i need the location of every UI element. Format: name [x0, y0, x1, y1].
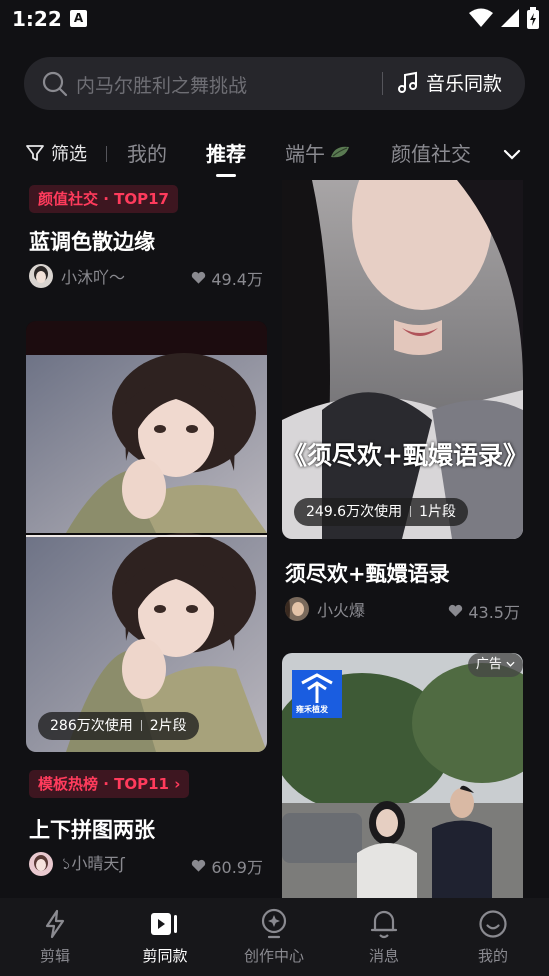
nav-profile-label: 我的: [477, 947, 508, 965]
nav-profile[interactable]: 我的: [448, 908, 538, 966]
bell-icon: [370, 910, 398, 939]
music-same-label: 音乐同款: [426, 73, 503, 95]
search-placeholder[interactable]: 内马尔胜利之舞挑战: [76, 71, 247, 98]
usage-count: 286万次使用: [50, 718, 133, 734]
filter-label: 筛选: [51, 144, 87, 165]
ranking-tag[interactable]: 颜值社交 · TOP17: [29, 185, 178, 213]
like-count[interactable]: 43.5万: [448, 599, 520, 623]
collage-image: [26, 321, 267, 752]
usage-badge: 286万次使用 2片段: [38, 712, 199, 740]
heart-icon: [192, 859, 206, 872]
chevron-down-icon[interactable]: [500, 142, 524, 166]
template-thumbnail[interactable]: 286万次使用 2片段: [26, 321, 267, 752]
tab-duanwu[interactable]: 端午: [285, 138, 351, 167]
card-author[interactable]: ১小晴天ʃ: [29, 851, 125, 877]
tab-recommended[interactable]: 推荐: [206, 138, 246, 177]
usage-count: 249.6万次使用: [306, 504, 403, 520]
filter-button[interactable]: 筛选: [25, 140, 87, 166]
like-count[interactable]: 49.4万: [191, 266, 263, 290]
search-icon: [42, 71, 68, 97]
lightbulb-icon: [261, 908, 287, 939]
wifi-icon: [469, 8, 493, 27]
chevron-down-icon: [506, 661, 515, 667]
search-bar[interactable]: 内马尔胜利之舞挑战 音乐同款: [24, 57, 525, 110]
avatar: [285, 597, 309, 621]
card-author[interactable]: 小沐吖～: [29, 263, 125, 289]
segment-count: 1片段: [419, 504, 457, 520]
nav-template-label: 剪同款: [142, 947, 188, 965]
bottom-navigation: 剪辑 剪同款 创作中心 消息 我的: [0, 898, 549, 976]
ad-thumbnail[interactable]: 雍禾植发 广告: [282, 653, 523, 898]
author-name: 小火爆: [317, 601, 366, 620]
heart-icon: [449, 604, 463, 617]
notification-a-icon: A: [70, 10, 87, 27]
tab-duanwu-label: 端午: [285, 142, 325, 166]
card-title[interactable]: 蓝调色散边缘: [29, 226, 155, 256]
card-title[interactable]: 上下拼图两张: [29, 814, 155, 844]
tabs-divider: [106, 146, 107, 162]
nav-creator-center-label: 创作中心: [243, 947, 304, 965]
status-bar: 1:22 A: [0, 0, 549, 40]
ad-badge[interactable]: 广告: [467, 653, 523, 677]
card-title[interactable]: 须尽欢+甄嬛语录: [285, 558, 450, 588]
nav-template[interactable]: 剪同款: [120, 908, 210, 966]
segment-count: 2片段: [149, 718, 187, 734]
like-count-value: 60.9万: [211, 858, 263, 877]
card-author[interactable]: 小火爆: [285, 596, 365, 622]
template-thumbnail[interactable]: 《须尽欢+甄嬛语录》 249.6万次使用 1片段: [282, 180, 523, 539]
ranking-tag[interactable]: 模板热榜 · TOP11 ›: [29, 770, 190, 798]
heart-icon: [192, 271, 206, 284]
signal-icon: [501, 9, 519, 27]
lightning-icon: [45, 909, 65, 939]
filter-icon: [26, 145, 44, 161]
like-count-value: 43.5万: [468, 603, 520, 622]
tab-mine[interactable]: 我的: [127, 138, 167, 167]
music-same-button[interactable]: 音乐同款: [396, 69, 502, 96]
author-name: 小沐吖～: [61, 268, 126, 287]
ad-image: [282, 653, 523, 898]
ad-label: 广告: [475, 657, 502, 672]
template-feed: 颜值社交 · TOP17 蓝调色散边缘 小沐吖～ 49.4万 286万次使用 2…: [0, 180, 549, 898]
nav-messages-label: 消息: [368, 947, 399, 965]
zongzi-leaf-icon: [331, 146, 349, 157]
battery-icon: [527, 7, 539, 29]
usage-badge: 249.6万次使用 1片段: [294, 498, 469, 526]
nav-edit[interactable]: 剪辑: [10, 908, 100, 966]
like-count[interactable]: 60.9万: [191, 854, 263, 878]
search-divider: [382, 72, 383, 95]
overlay-caption: 《须尽欢+甄嬛语录》: [282, 441, 523, 470]
author-name: ১小晴天ʃ: [61, 854, 125, 873]
nav-creator-center[interactable]: 创作中心: [229, 908, 319, 966]
music-note-icon: [398, 71, 417, 93]
like-count-value: 49.4万: [211, 270, 263, 289]
status-time: 1:22: [12, 7, 62, 31]
nav-messages[interactable]: 消息: [339, 908, 429, 966]
tab-appearance-social[interactable]: 颜值社交: [391, 138, 471, 167]
nav-edit-label: 剪辑: [39, 947, 70, 965]
avatar: [29, 264, 53, 288]
smile-icon: [479, 910, 507, 938]
brand-label: 雍禾植发: [296, 705, 328, 714]
category-tabs: 筛选 我的 推荐 端午 颜值社交: [0, 130, 549, 178]
template-play-icon: [151, 913, 177, 935]
avatar: [29, 852, 53, 876]
portrait-image: [282, 180, 523, 539]
